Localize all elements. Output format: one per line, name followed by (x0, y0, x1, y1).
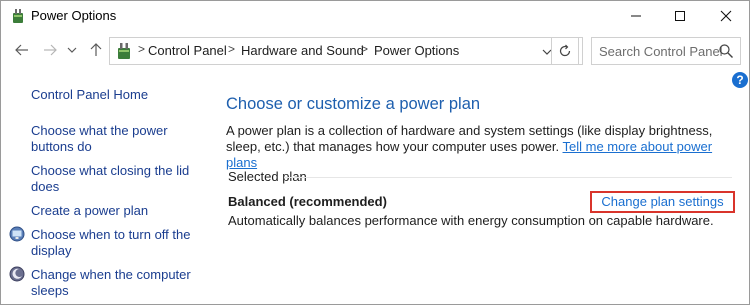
sidebar-item-power-buttons[interactable]: Choose what the power buttons do (31, 123, 201, 155)
plan-intro-text: A power plan is a collection of hardware… (226, 123, 736, 171)
breadcrumb-hardware-and-sound[interactable]: Hardware and Sound (241, 43, 364, 58)
minimize-button[interactable] (613, 1, 659, 31)
monitor-icon (9, 226, 25, 242)
sidebar-item-computer-sleeps[interactable]: Change when the computer sleeps (31, 267, 191, 299)
breadcrumb-power-options[interactable]: Power Options (374, 43, 459, 58)
minimize-icon (631, 15, 641, 17)
back-arrow-icon (15, 44, 28, 56)
change-plan-settings-link[interactable]: Change plan settings (590, 191, 735, 213)
search-placeholder: Search Control Panel (599, 44, 723, 59)
maximize-icon (675, 11, 685, 21)
forward-arrow-icon (44, 44, 57, 56)
page-title: Choose or customize a power plan (226, 95, 481, 113)
breadcrumb-separator: > (228, 42, 236, 56)
address-bar[interactable]: > Control Panel > Hardware and Sound > P… (109, 37, 583, 65)
sidebar-item-create-power-plan[interactable]: Create a power plan (31, 203, 148, 219)
search-box[interactable]: Search Control Panel (591, 37, 741, 65)
sidebar-item-control-panel-home[interactable]: Control Panel Home (31, 87, 148, 103)
breadcrumb-separator: > (138, 42, 146, 56)
recent-locations-button[interactable] (61, 39, 83, 61)
close-icon (720, 10, 732, 22)
section-divider (284, 177, 732, 178)
sidebar-item-closing-lid[interactable]: Choose what closing the lid does (31, 163, 191, 195)
breadcrumb-separator: > (361, 42, 369, 56)
control-panel-icon (118, 43, 130, 59)
refresh-button[interactable] (551, 37, 579, 65)
search-icon[interactable] (718, 43, 734, 59)
breadcrumb-control-panel[interactable]: Control Panel (148, 43, 227, 58)
forward-button[interactable] (39, 39, 61, 61)
help-button[interactable]: ? (732, 72, 748, 88)
help-icon: ? (736, 73, 744, 87)
maximize-button[interactable] (657, 1, 703, 31)
chevron-down-icon (67, 47, 77, 53)
moon-icon (9, 266, 25, 282)
refresh-icon (559, 44, 571, 57)
up-arrow-icon (90, 43, 102, 56)
back-button[interactable] (11, 39, 33, 61)
close-button[interactable] (703, 1, 749, 31)
sidebar-item-turn-off-display[interactable]: Choose when to turn off the display (31, 227, 191, 259)
plan-description: Automatically balances performance with … (228, 213, 714, 228)
window-title: Power Options (31, 8, 117, 23)
title-bar: Power Options (1, 1, 749, 31)
plan-name: Balanced (recommended) (228, 194, 387, 209)
up-button[interactable] (85, 39, 107, 61)
power-options-app-icon (13, 9, 23, 23)
